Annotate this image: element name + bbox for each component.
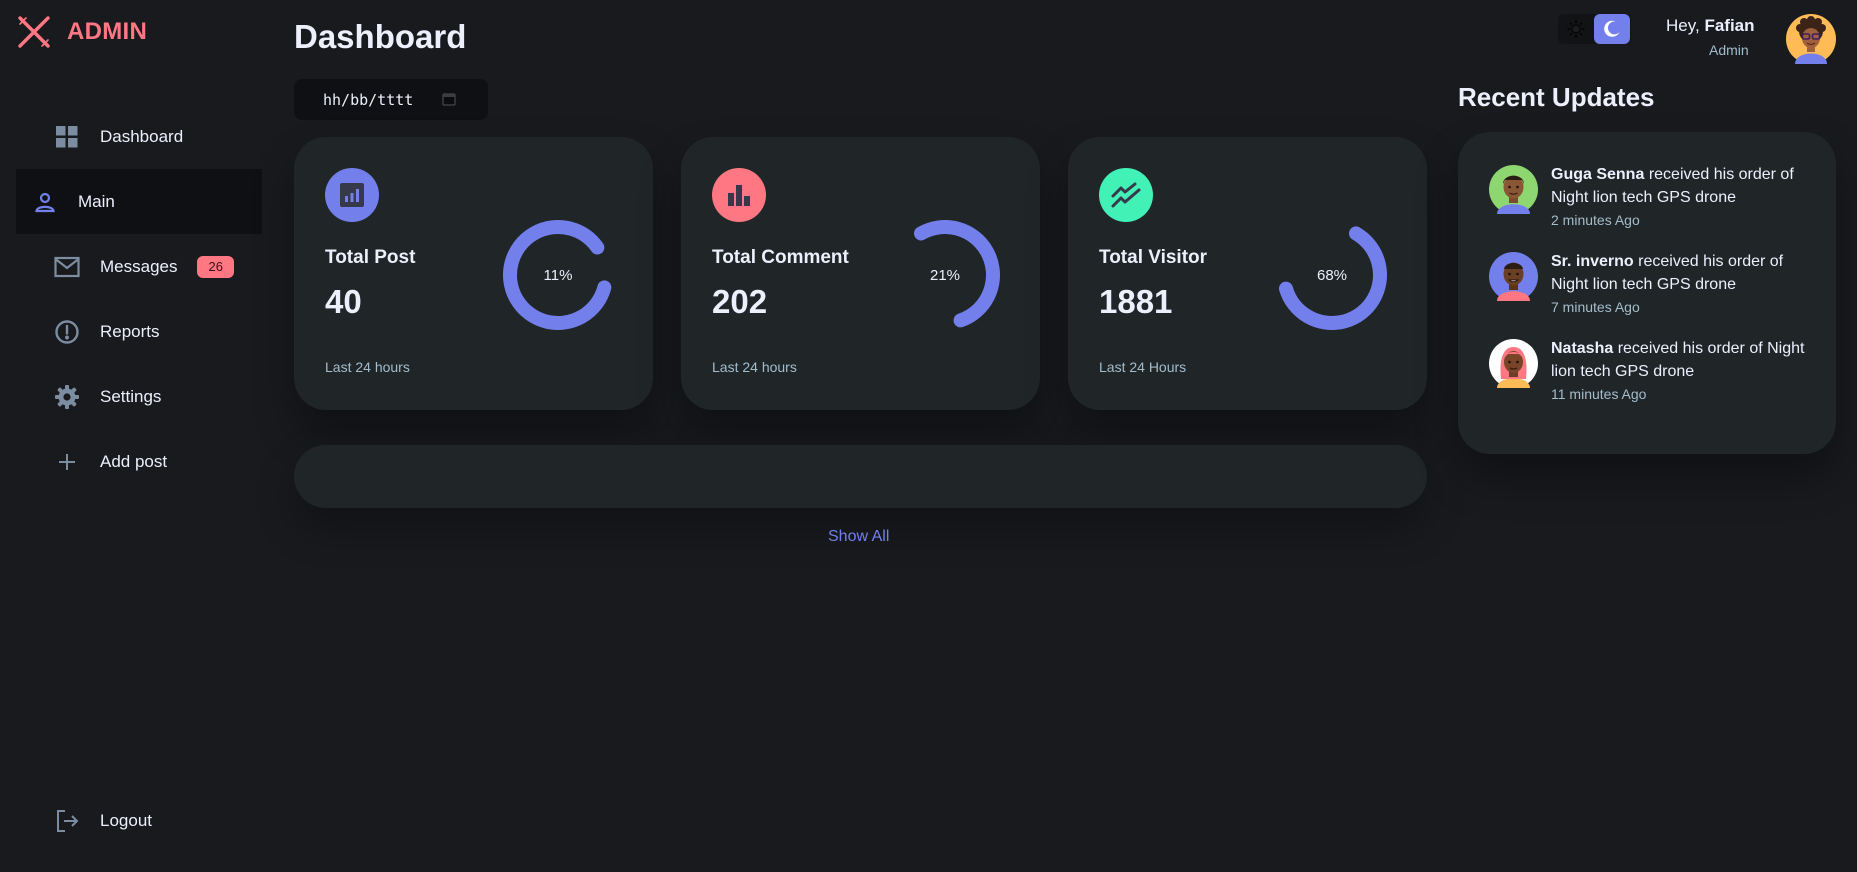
sidebar-item-label: Dashboard <box>100 126 184 146</box>
update-name: Sr. inverno <box>1551 253 1634 270</box>
progress-percent: 11% <box>543 266 573 284</box>
logo[interactable]: ADMIN <box>16 14 147 50</box>
sidebar-item-label: Add post <box>100 451 168 471</box>
sidebar-item-reports[interactable]: Reports <box>16 299 262 364</box>
card-value: 1881 <box>1099 283 1173 320</box>
sidebar-item-label: Settings <box>100 386 162 406</box>
theme-toggle[interactable] <box>1558 14 1631 44</box>
trend-icon <box>1099 168 1153 222</box>
grid-icon <box>54 124 80 150</box>
sidebar-item-label: Reports <box>100 321 160 341</box>
avatar[interactable] <box>1786 14 1836 64</box>
avatar <box>1489 165 1538 214</box>
total-post-card: Total Post 40 11% Last 24 hours <box>294 137 653 410</box>
user-role: Admin <box>1709 42 1749 58</box>
sidebar-item-label: Messages <box>100 256 178 276</box>
page-title: Dashboard <box>294 18 467 55</box>
update-text: Natasha received his order of Night lion… <box>1551 337 1811 383</box>
recent-updates-title: Recent Updates <box>1458 82 1655 112</box>
sun-icon[interactable] <box>1558 14 1594 44</box>
logout-label: Logout <box>100 810 152 830</box>
update-name: Natasha <box>1551 340 1614 357</box>
brand-name: ADMIN <box>67 18 148 45</box>
avatar <box>1489 252 1538 301</box>
sidebar-item-main[interactable]: Main <box>16 169 262 234</box>
card-label: Total Post <box>325 247 416 268</box>
gear-icon <box>54 384 80 410</box>
logo-x-icon <box>18 16 50 48</box>
greeting: Hey, Fafian <box>1666 16 1755 36</box>
sidebar-item-add-post[interactable]: Add post <box>16 429 262 494</box>
card-value: 202 <box>712 283 768 320</box>
update-time: 7 minutes Ago <box>1551 299 1640 315</box>
update-text: Guga Senna received his order of Night l… <box>1551 163 1811 209</box>
card-footer: Last 24 hours <box>712 359 797 375</box>
card-footer: Last 24 Hours <box>1099 359 1187 375</box>
update-name: Guga Senna <box>1551 166 1645 183</box>
alert-circle-icon <box>54 319 80 345</box>
card-value: 40 <box>325 283 362 320</box>
sidebar-item-label: Main <box>78 191 115 211</box>
calendar-icon[interactable] <box>442 92 456 106</box>
plus-icon <box>54 449 80 475</box>
total-comment-card: Total Comment 202 21% Last 24 hours <box>681 137 1040 410</box>
recent-updates-panel: Guga Senna received his order of Night l… <box>1458 132 1836 454</box>
moon-icon[interactable] <box>1594 14 1630 44</box>
sidebar-item-messages[interactable]: Messages 26 <box>16 234 262 299</box>
avatar <box>1489 339 1538 388</box>
sidebar: ADMIN Dashboard Main Messages 26 Reports… <box>0 0 262 872</box>
progress-percent: 68% <box>1316 266 1348 284</box>
logout-button[interactable]: Logout <box>16 788 262 853</box>
update-time: 2 minutes Ago <box>1551 212 1640 228</box>
person-icon <box>32 189 58 215</box>
recent-orders-panel <box>294 445 1427 508</box>
card-footer: Last 24 hours <box>325 359 410 375</box>
sidebar-item-settings[interactable]: Settings <box>16 364 262 429</box>
sidebar-item-dashboard[interactable]: Dashboard <box>16 104 262 169</box>
mail-icon <box>54 254 80 280</box>
sidebar-nav: Dashboard Main Messages 26 Reports Setti… <box>16 104 262 494</box>
show-all-link[interactable]: Show All <box>828 528 889 546</box>
total-visitor-card: Total Visitor 1881 68% Last 24 Hours <box>1068 137 1427 410</box>
user-name: Fafian <box>1704 16 1755 35</box>
card-label: Total Visitor <box>1099 247 1208 268</box>
logout-icon <box>54 808 80 834</box>
bar-chart-icon <box>712 168 766 222</box>
date-input[interactable]: hh/bb/tttt <box>294 79 488 120</box>
update-text: Sr. inverno received his order of Night … <box>1551 250 1811 296</box>
date-placeholder: hh/bb/tttt <box>323 90 414 109</box>
update-time: 11 minutes Ago <box>1551 386 1647 402</box>
progress-percent: 21% <box>929 266 961 284</box>
greeting-text: Hey, <box>1666 16 1700 35</box>
analytics-icon <box>325 168 379 222</box>
messages-count-badge: 26 <box>197 255 234 278</box>
card-label: Total Comment <box>712 247 849 268</box>
